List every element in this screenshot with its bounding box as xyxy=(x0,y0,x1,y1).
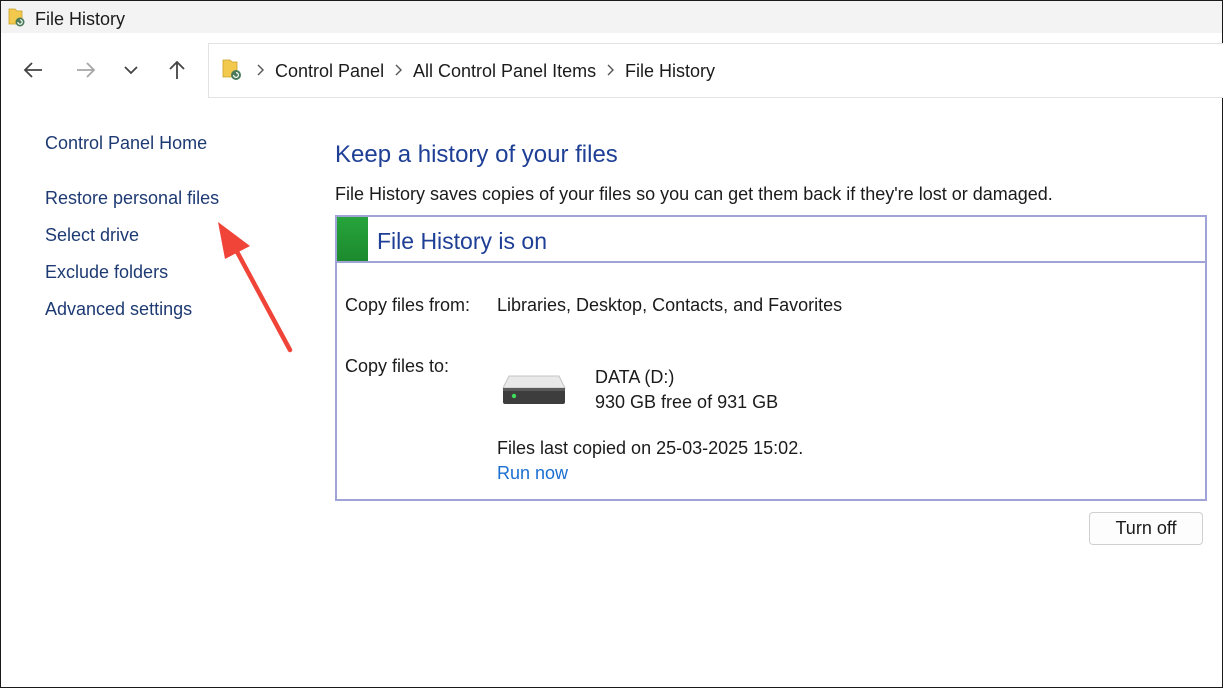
back-button[interactable] xyxy=(19,56,47,84)
sidebar-select-drive[interactable]: Select drive xyxy=(45,225,139,246)
window-title: File History xyxy=(35,9,126,29)
page-description: File History saves copies of your files … xyxy=(335,184,1053,204)
status-panel: File History is on Copy files from: Libr… xyxy=(335,215,1207,501)
arrow-right-icon xyxy=(77,62,96,78)
drive-space: 930 GB free of 931 GB xyxy=(595,392,779,412)
breadcrumb-control-panel[interactable]: Control Panel xyxy=(275,61,384,82)
copy-from-value: Libraries, Desktop, Contacts, and Favori… xyxy=(497,295,843,315)
forward-button[interactable] xyxy=(72,56,100,84)
sidebar-control-panel-home[interactable]: Control Panel Home xyxy=(45,133,207,154)
arrow-up-icon xyxy=(169,60,185,79)
breadcrumb-all-control-panel-items[interactable]: All Control Panel Items xyxy=(413,61,596,82)
title-bar: File History xyxy=(1,1,1222,33)
copy-to-label: Copy files to: xyxy=(345,356,450,376)
page-title: Keep a history of your files xyxy=(335,141,618,168)
chevron-right-icon xyxy=(257,64,264,76)
file-history-folder-icon xyxy=(8,8,25,27)
last-copied-text: Files last copied on 25-03-2025 15:02. xyxy=(497,438,804,458)
drive-name: DATA (D:) xyxy=(595,367,675,387)
status-text: File History is on xyxy=(377,228,547,254)
drive-icon xyxy=(502,375,566,404)
chevron-down-icon xyxy=(124,66,138,75)
copy-from-label: Copy files from: xyxy=(345,295,471,315)
arrow-left-icon xyxy=(23,62,42,78)
run-now-link[interactable]: Run now xyxy=(497,463,568,484)
up-button[interactable] xyxy=(163,56,191,84)
address-bar[interactable]: Control Panel All Control Panel Items Fi… xyxy=(208,43,1223,98)
chevron-right-icon xyxy=(395,64,402,76)
sidebar-restore-personal-files[interactable]: Restore personal files xyxy=(45,188,219,209)
breadcrumb-file-history[interactable]: File History xyxy=(625,61,715,82)
sidebar-advanced-settings[interactable]: Advanced settings xyxy=(45,299,192,320)
status-indicator xyxy=(337,217,368,261)
status-header: File History is on xyxy=(337,217,1205,263)
chevron-right-icon xyxy=(607,64,614,76)
recent-locations-button[interactable] xyxy=(117,56,145,84)
file-history-folder-icon xyxy=(222,59,241,80)
sidebar-exclude-folders[interactable]: Exclude folders xyxy=(45,262,168,283)
turn-off-button[interactable]: Turn off xyxy=(1089,512,1203,545)
